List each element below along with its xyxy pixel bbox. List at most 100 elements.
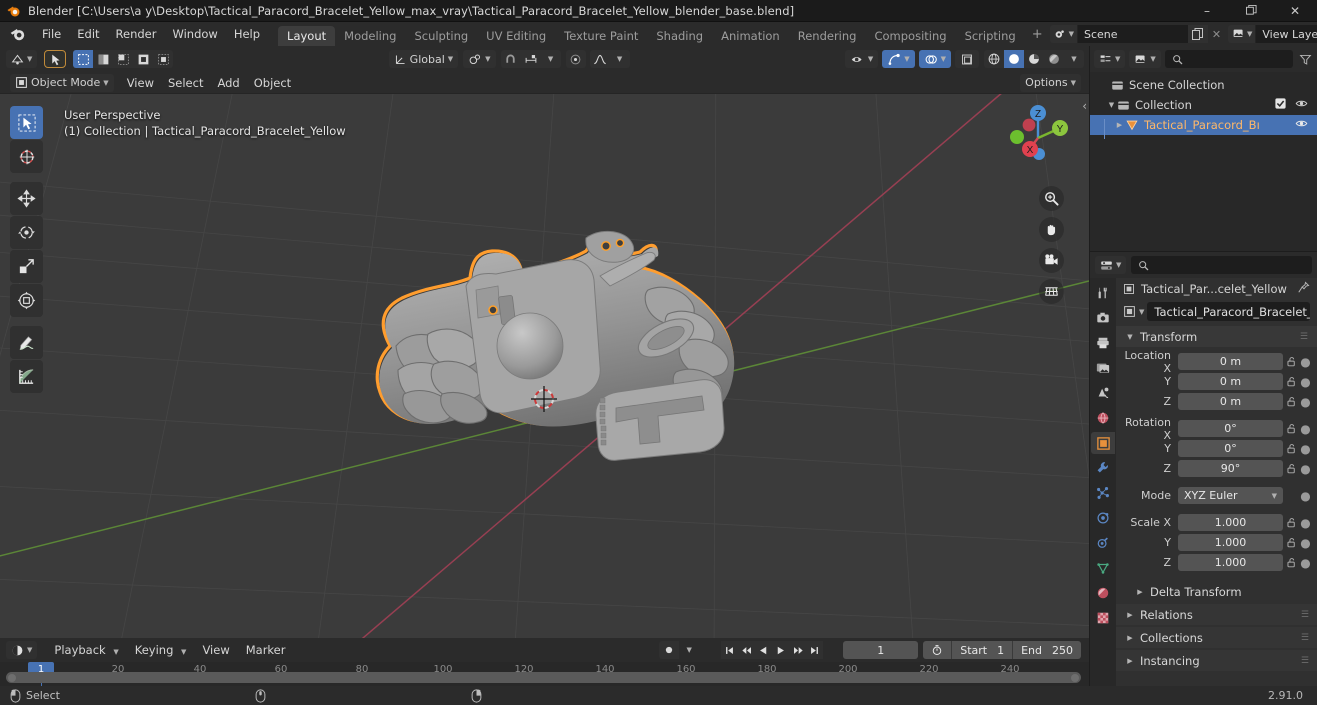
outliner-search-input[interactable]: [1164, 50, 1293, 68]
jump-to-end-button[interactable]: [806, 641, 824, 659]
scale-y-lock-button[interactable]: [1283, 537, 1299, 548]
tab-shading[interactable]: Shading: [647, 26, 712, 46]
scale-z-animate-button[interactable]: ●: [1299, 556, 1312, 570]
outliner-editor-type-button[interactable]: ▼: [1094, 50, 1126, 68]
physics-tab[interactable]: [1091, 507, 1115, 529]
expand-triangle-icon[interactable]: ▶: [1114, 121, 1125, 129]
snap-dropdown-button[interactable]: ▼: [541, 50, 561, 68]
subtract-select-button[interactable]: [113, 50, 133, 68]
world-tab[interactable]: [1091, 407, 1115, 429]
shading-rendered-button[interactable]: [1044, 50, 1064, 68]
auto-keying-dropdown[interactable]: ▼: [679, 641, 700, 659]
maximize-button[interactable]: [1229, 0, 1273, 22]
tab-rendering[interactable]: Rendering: [789, 26, 866, 46]
location-z-input[interactable]: 0 m: [1178, 393, 1283, 410]
delta-transform-panel[interactable]: ▶ Delta Transform: [1116, 581, 1317, 602]
constraints-tab[interactable]: [1091, 532, 1115, 554]
menu-edit[interactable]: Edit: [69, 24, 107, 44]
close-button[interactable]: ✕: [1273, 0, 1317, 22]
proportional-edit-button[interactable]: [566, 50, 586, 68]
outliner-display-mode-button[interactable]: ▼: [1129, 50, 1161, 68]
object-tab[interactable]: [1091, 432, 1115, 454]
frame-start-field[interactable]: Start 1: [951, 641, 1013, 659]
tab-modeling[interactable]: Modeling: [335, 26, 405, 46]
rotation-z-input[interactable]: 90°: [1178, 460, 1283, 477]
relations-panel[interactable]: ▶ Relations ☰: [1116, 604, 1317, 625]
rotation-y-lock-button[interactable]: [1283, 443, 1299, 454]
cursor-tool[interactable]: [10, 140, 43, 173]
editor-type-button[interactable]: ▼: [6, 50, 38, 68]
falloff-curve-button[interactable]: [590, 50, 610, 68]
rotation-mode-dropdown[interactable]: XYZ Euler ▼: [1178, 487, 1283, 504]
output-tab[interactable]: [1091, 332, 1115, 354]
location-x-lock-button[interactable]: [1283, 356, 1299, 367]
falloff-dropdown-button[interactable]: ▼: [610, 50, 630, 68]
view-layer-tab[interactable]: [1091, 357, 1115, 379]
navigation-gizmo[interactable]: Z Y X: [1001, 101, 1075, 175]
properties-editor[interactable]: ▼ Tactical_Par...celet_Yellow ▼ Tactical…: [1090, 252, 1317, 686]
use-preview-range-button[interactable]: [923, 641, 952, 659]
intersect-select-button[interactable]: [153, 50, 173, 68]
scale-y-input[interactable]: 1.000: [1178, 534, 1283, 551]
snap-magnet-button[interactable]: [501, 50, 521, 68]
timeline-menu-playback[interactable]: Playback ▼: [47, 641, 125, 659]
scroll-handle-left[interactable]: [8, 673, 16, 682]
tab-uv-editing[interactable]: UV Editing: [477, 26, 555, 46]
current-frame-field[interactable]: 1: [843, 641, 919, 659]
collapse-triangle-icon[interactable]: ▼: [1106, 101, 1117, 109]
scene-new-button[interactable]: [1188, 25, 1208, 43]
material-tab[interactable]: [1091, 582, 1115, 604]
collection-visibility-toggle[interactable]: [1295, 98, 1308, 112]
annotate-tool[interactable]: [10, 326, 43, 359]
scene-name-field[interactable]: Scene: [1078, 25, 1188, 43]
timeline-menu-keying[interactable]: Keying ▼: [128, 641, 194, 659]
toggle-ortho-button[interactable]: [1039, 279, 1064, 304]
rotation-mode-animate-button[interactable]: ●: [1299, 489, 1312, 503]
add-workspace-button[interactable]: +: [1025, 24, 1050, 45]
scene-browse-button[interactable]: ▼: [1049, 25, 1078, 43]
panel-drag-grip[interactable]: ☰: [1300, 332, 1317, 342]
tweak-select-tool[interactable]: [10, 106, 43, 139]
view-layer-browse-button[interactable]: ▼: [1228, 25, 1257, 43]
tab-sculpting[interactable]: Sculpting: [405, 26, 477, 46]
play-button[interactable]: [772, 641, 790, 659]
object-name-input[interactable]: Tactical_Paracord_Bracelet_...: [1147, 302, 1310, 321]
pin-button[interactable]: [1297, 281, 1310, 297]
tab-layout[interactable]: Layout: [278, 26, 336, 46]
box-select-button[interactable]: [73, 50, 94, 68]
shading-solid-button[interactable]: [1004, 50, 1024, 68]
transform-panel-header[interactable]: ▼ Transform ☰: [1116, 326, 1317, 347]
object-browse-button[interactable]: ▼: [1123, 305, 1144, 318]
properties-panel-body[interactable]: Tactical_Par...celet_Yellow ▼ Tactical_P…: [1116, 278, 1317, 686]
scene-unlink-button[interactable]: ✕: [1208, 25, 1225, 43]
panel-drag-grip[interactable]: ☰: [1301, 610, 1317, 620]
rotation-y-input[interactable]: 0°: [1178, 440, 1283, 457]
menu-window[interactable]: Window: [164, 24, 225, 44]
timeline-editor-type-button[interactable]: ▼: [6, 641, 38, 659]
panel-drag-grip[interactable]: ☰: [1301, 633, 1317, 643]
object-visibility-toggle[interactable]: [1295, 118, 1308, 132]
scale-x-animate-button[interactable]: ●: [1299, 516, 1312, 530]
rotation-z-animate-button[interactable]: ●: [1299, 462, 1312, 476]
properties-editor-type-button[interactable]: ▼: [1095, 256, 1127, 274]
tab-scripting[interactable]: Scripting: [956, 26, 1025, 46]
viewport-options-button[interactable]: Options ▼: [1020, 73, 1081, 92]
tab-texture-paint[interactable]: Texture Paint: [555, 26, 647, 46]
invert-select-button[interactable]: [133, 50, 153, 68]
extend-select-button[interactable]: [93, 50, 113, 68]
snap-target-button[interactable]: ▼: [463, 50, 496, 68]
select-tool-button[interactable]: [44, 50, 67, 68]
scale-tool[interactable]: [10, 250, 43, 283]
object-data-tab[interactable]: [1091, 557, 1115, 579]
tab-compositing[interactable]: Compositing: [865, 26, 955, 46]
prev-keyframe-button[interactable]: [738, 641, 756, 659]
next-keyframe-button[interactable]: [789, 641, 807, 659]
scale-x-input[interactable]: 1.000: [1178, 514, 1283, 531]
tool-tab[interactable]: [1091, 282, 1115, 304]
shading-dropdown-button[interactable]: ▼: [1064, 50, 1084, 68]
timeline-horizontal-scrollbar[interactable]: [6, 672, 1081, 683]
properties-search-input[interactable]: [1131, 256, 1312, 274]
menu-file[interactable]: File: [34, 24, 69, 44]
viewport-menu-view[interactable]: View: [120, 74, 161, 92]
scale-y-animate-button[interactable]: ●: [1299, 536, 1312, 550]
